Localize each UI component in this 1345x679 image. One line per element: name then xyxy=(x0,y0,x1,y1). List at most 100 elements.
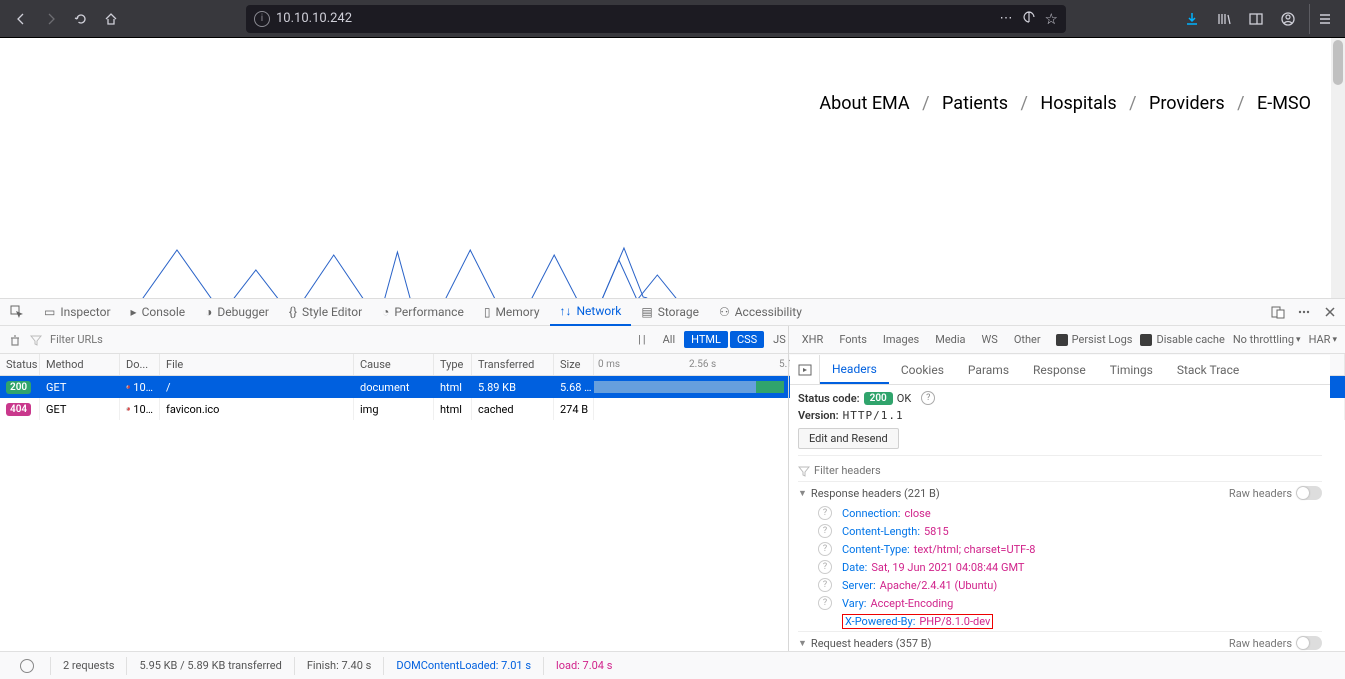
header-entry: ?Content-Type: text/html; charset=UTF-8 xyxy=(798,540,1322,558)
raw-headers-toggle[interactable] xyxy=(1296,486,1322,500)
page-viewport: About EMA / Patients / Hospitals / Provi… xyxy=(0,38,1345,298)
filter-fonts[interactable]: Fonts xyxy=(832,331,874,348)
nav-providers[interactable]: Providers xyxy=(1145,93,1229,114)
col-transferred[interactable]: Transferred xyxy=(472,354,554,375)
col-domain[interactable]: Do... xyxy=(120,354,160,375)
nav-separator: / xyxy=(918,93,933,114)
downloads-icon[interactable] xyxy=(1177,4,1207,34)
nav-patients[interactable]: Patients xyxy=(938,93,1012,114)
help-icon[interactable]: ? xyxy=(818,578,832,592)
filter-all[interactable]: All xyxy=(656,331,683,348)
tab-storage[interactable]: ▤Storage xyxy=(631,298,709,326)
filter-images[interactable]: Images xyxy=(876,331,926,348)
network-status-bar: 2 requests 5.95 KB / 5.89 KB transferred… xyxy=(0,651,1345,679)
persist-logs-checkbox[interactable]: Persist Logs xyxy=(1056,333,1133,346)
filter-media[interactable]: Media xyxy=(928,331,972,348)
tab-accessibility[interactable]: ⚇Accessibility xyxy=(709,298,812,326)
clear-icon[interactable] xyxy=(8,333,22,347)
header-entry: ?Vary: Accept-Encoding xyxy=(798,594,1322,612)
toggle-raw-icon[interactable] xyxy=(790,355,820,384)
col-type[interactable]: Type xyxy=(434,354,472,375)
help-icon[interactable]: ? xyxy=(818,524,832,538)
raw-headers-toggle[interactable] xyxy=(1296,636,1322,650)
page-action-dots-icon[interactable]: ⋯ xyxy=(1000,11,1013,26)
details-tab-headers[interactable]: Headers xyxy=(820,355,889,384)
har-dropdown[interactable]: HAR▾ xyxy=(1309,333,1337,346)
tab-console[interactable]: ▸Console xyxy=(121,298,196,326)
details-tab-response[interactable]: Response xyxy=(1021,355,1098,384)
insecure-icon xyxy=(126,404,130,414)
browser-toolbar: i 10.10.10.242 ⋯ ☆ xyxy=(0,0,1345,38)
col-cause[interactable]: Cause xyxy=(354,354,434,375)
forward-button[interactable] xyxy=(36,4,66,34)
nav-hospitals[interactable]: Hospitals xyxy=(1036,93,1120,114)
col-size[interactable]: Size xyxy=(554,354,594,375)
tab-performance[interactable]: ◔Performance xyxy=(372,298,474,326)
back-button[interactable] xyxy=(6,4,36,34)
status-line: Status code: 200 OK ? xyxy=(798,389,1322,407)
filter-css[interactable]: CSS xyxy=(730,331,764,348)
help-icon[interactable]: ? xyxy=(818,506,832,520)
pane-separator[interactable] xyxy=(788,326,789,651)
stopwatch-icon[interactable] xyxy=(8,657,51,675)
details-tab-timings[interactable]: Timings xyxy=(1098,355,1165,384)
header-entry: ?Server: Apache/2.4.41 (Ubuntu) xyxy=(798,576,1322,594)
load-time: load: 7.04 s xyxy=(544,657,624,675)
help-icon[interactable]: ? xyxy=(921,391,935,405)
details-tab-stack-trace[interactable]: Stack Trace xyxy=(1165,355,1251,384)
devtools-toolbar: ▭Inspector ▸Console ◑Debugger {}Style Ed… xyxy=(0,298,1345,326)
account-icon[interactable] xyxy=(1273,4,1303,34)
request-headers-section[interactable]: ▼ Request headers (357 B) Raw headers xyxy=(798,631,1322,651)
help-icon[interactable]: ? xyxy=(818,560,832,574)
library-icon[interactable] xyxy=(1209,4,1239,34)
nav-separator: / xyxy=(1125,93,1140,114)
col-file[interactable]: File xyxy=(160,354,354,375)
tab-memory[interactable]: ▯Memory xyxy=(474,298,550,326)
page-scrollbar[interactable] xyxy=(1331,38,1345,298)
col-method[interactable]: Method xyxy=(40,354,120,375)
filter-icon xyxy=(798,465,810,477)
status-badge: 200 xyxy=(6,381,31,394)
help-icon[interactable]: ? xyxy=(818,542,832,556)
filter-xhr[interactable]: XHR xyxy=(795,331,831,348)
reload-button[interactable] xyxy=(66,4,96,34)
filter-ws[interactable]: WS xyxy=(975,331,1005,348)
tab-debugger[interactable]: ◑Debugger xyxy=(195,298,279,326)
tab-style-editor[interactable]: {}Style Editor xyxy=(279,298,372,326)
edit-resend-button[interactable]: Edit and Resend xyxy=(798,428,899,449)
filter-urls-input[interactable] xyxy=(50,330,230,350)
filter-other[interactable]: Other xyxy=(1007,331,1048,348)
devtools-close-icon[interactable] xyxy=(1323,305,1337,319)
page-navigation: About EMA / Patients / Hospitals / Provi… xyxy=(815,93,1315,114)
home-button[interactable] xyxy=(96,4,126,34)
details-tab-cookies[interactable]: Cookies xyxy=(889,355,956,384)
response-headers-section[interactable]: ▼ Response headers (221 B) Raw headers xyxy=(798,481,1322,504)
filter-headers-input[interactable] xyxy=(814,460,954,481)
help-icon[interactable]: ? xyxy=(818,596,832,610)
filter-html[interactable]: HTML xyxy=(684,331,728,348)
request-details-pane: Headers Cookies Params Response Timings … xyxy=(790,355,1330,651)
nav-about[interactable]: About EMA xyxy=(815,93,913,114)
status-badge: 404 xyxy=(6,403,31,416)
url-bar[interactable]: i 10.10.10.242 ⋯ ☆ xyxy=(246,5,1066,33)
details-tab-params[interactable]: Params xyxy=(956,355,1021,384)
tab-network[interactable]: ↑↓Network xyxy=(550,298,632,326)
transferred-size: 5.95 KB / 5.89 KB transferred xyxy=(127,657,294,675)
col-status[interactable]: Status xyxy=(0,354,40,375)
responsive-design-icon[interactable] xyxy=(1271,305,1285,319)
url-text: 10.10.10.242 xyxy=(276,11,352,26)
bookmark-star-icon[interactable]: ☆ xyxy=(1045,10,1058,28)
connection-info-icon[interactable]: i xyxy=(254,11,270,27)
devtools-more-icon[interactable] xyxy=(1297,305,1311,319)
details-tabs: Headers Cookies Params Response Timings … xyxy=(790,355,1330,385)
menu-icon[interactable] xyxy=(1309,4,1339,34)
nav-emso[interactable]: E-MSO xyxy=(1253,93,1315,114)
reader-icon[interactable] xyxy=(1021,9,1037,29)
disable-cache-checkbox[interactable]: Disable cache xyxy=(1140,333,1224,346)
element-picker-button[interactable] xyxy=(0,298,34,326)
nav-separator: / xyxy=(1233,93,1248,114)
pause-icon[interactable]: || xyxy=(638,333,647,346)
throttling-dropdown[interactable]: No throttling▾ xyxy=(1233,333,1301,346)
sidebar-icon[interactable] xyxy=(1241,4,1271,34)
tab-inspector[interactable]: ▭Inspector xyxy=(34,298,121,326)
